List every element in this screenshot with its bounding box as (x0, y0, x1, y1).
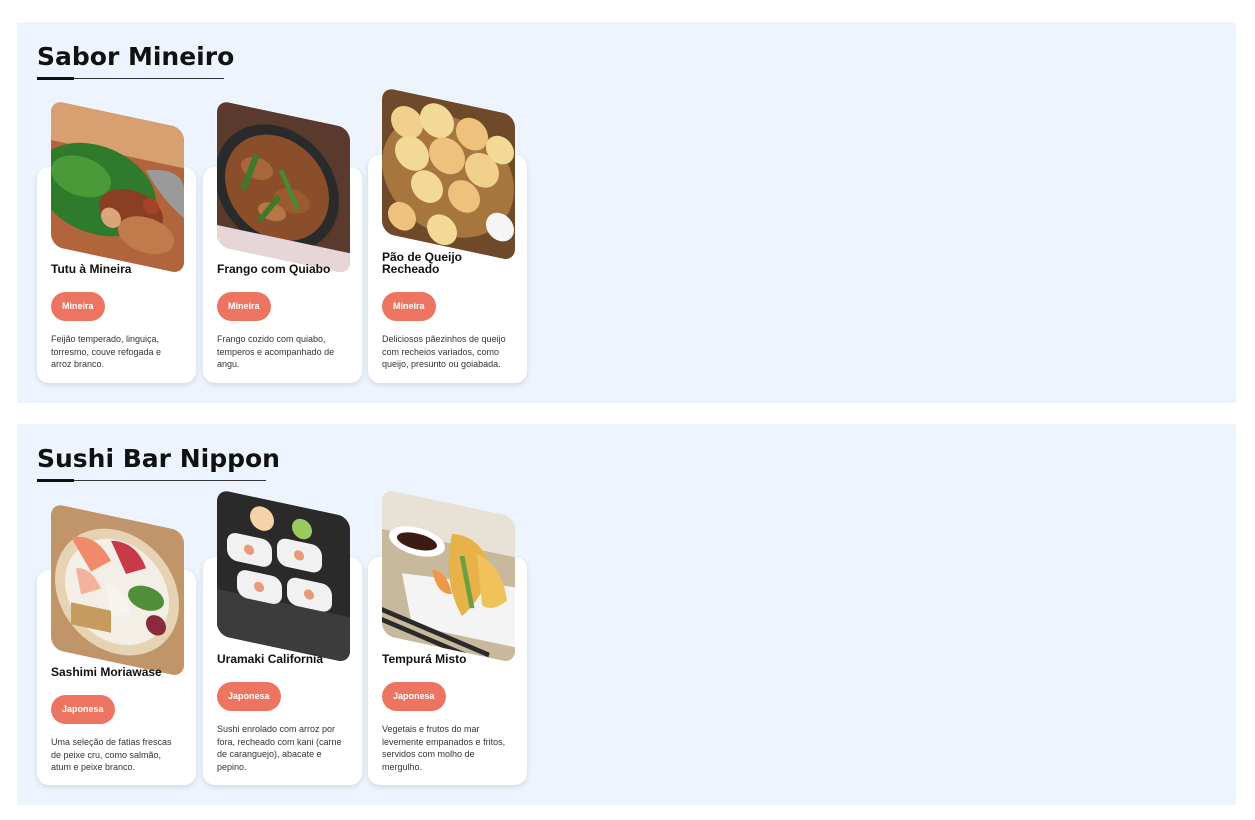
menu-card[interactable]: Pão de Queijo Recheado Mineira Delicioso… (368, 87, 527, 383)
uramaki-photo (217, 489, 350, 664)
menu-card[interactable]: Frango com Quiabo Mineira Frango cozido … (203, 100, 362, 383)
cuisine-badge[interactable]: Japonesa (382, 682, 446, 711)
section-title: Sushi Bar Nippon (37, 444, 280, 473)
cuisine-badge[interactable]: Japonesa (217, 682, 281, 711)
cuisine-badge[interactable]: Mineira (382, 292, 436, 321)
cuisine-badge[interactable]: Japonesa (51, 695, 115, 724)
dish-name: Pão de Queijo Recheado (382, 250, 463, 276)
tutu-dish-photo (51, 100, 184, 275)
tempura-photo (382, 489, 515, 664)
cuisine-badge[interactable]: Mineira (217, 292, 271, 321)
dish-description: Feijão temperado, linguiça, torresmo, co… (51, 334, 162, 369)
dish-description: Deliciosos pãezinhos de queijo com reche… (382, 334, 506, 369)
restaurant-section: Sabor Mineiro Tutu à Mineira Mineira Fei… (17, 22, 1236, 403)
chicken-okra-photo (217, 100, 350, 275)
dish-name: Frango com Quiabo (217, 262, 331, 276)
title-underline (37, 77, 224, 80)
section-title: Sabor Mineiro (37, 42, 235, 71)
cheese-bread-photo (382, 87, 515, 262)
dish-name: Sashimi Moriawase (51, 665, 162, 679)
dish-name: Uramaki California (217, 652, 324, 666)
title-underline (37, 479, 266, 482)
dish-description: Frango cozido com quiabo, temperos e aco… (217, 334, 335, 369)
menu-card[interactable]: Uramaki California Japonesa Sushi enrola… (203, 489, 362, 785)
dish-description: Sushi enrolado com arroz por fora, reche… (217, 724, 342, 772)
menu-card[interactable]: Tutu à Mineira Mineira Feijão temperado,… (37, 100, 196, 383)
dish-name: Tempurá Misto (382, 652, 467, 666)
sashimi-photo (51, 503, 184, 678)
dish-name: Tutu à Mineira (51, 262, 132, 276)
cuisine-badge[interactable]: Mineira (51, 292, 105, 321)
menu-card[interactable]: Sashimi Moriawase Japonesa Uma seleção d… (37, 503, 196, 785)
dish-description: Vegetais e frutos do mar levemente empan… (382, 724, 506, 772)
restaurant-section: Sushi Bar Nippon Sashimi Moriawase Japon… (17, 424, 1236, 805)
menu-card[interactable]: Tempurá Misto Japonesa Vegetais e frutos… (368, 489, 527, 785)
dish-description: Uma seleção de fatias frescas de peixe c… (51, 737, 172, 772)
